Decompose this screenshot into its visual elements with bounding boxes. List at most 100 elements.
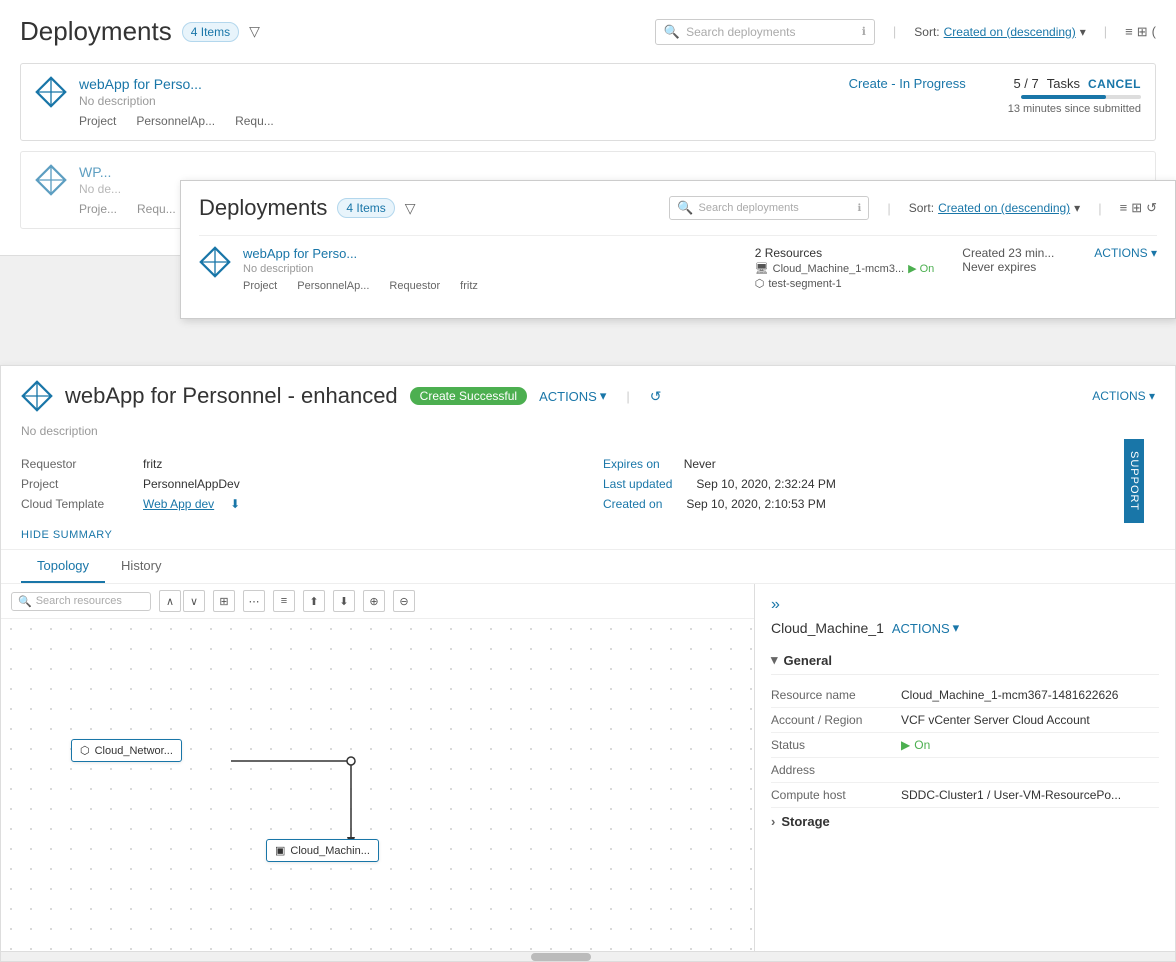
summary-left: Requestor fritz Project PersonnelAppDev … (21, 454, 573, 514)
machine-icon: ▣ (275, 844, 285, 857)
status-row: Status ▶ On (771, 733, 1159, 758)
mid-info-icon: ℹ (858, 203, 862, 214)
template-value[interactable]: Web App dev (143, 497, 214, 511)
details-panel: » Cloud_Machine_1 ACTIONS ▾ ▾ General Re… (755, 584, 1175, 961)
mid-resource1-icon: 🖥 (755, 262, 769, 275)
refresh-button[interactable]: ↺ (650, 388, 662, 405)
topo-canvas: ⬡ Cloud_Networ... ▣ Cloud_Machin... (1, 619, 754, 961)
mid-actions-btn[interactable]: ACTIONS ▾ (1094, 246, 1157, 260)
status-value: ▶ On (901, 738, 930, 752)
support-button[interactable]: SUPPORT (1124, 439, 1144, 523)
bg-list-icon[interactable]: ≡ (1125, 24, 1133, 40)
status-on-text: On (914, 738, 930, 752)
tab-history[interactable]: History (105, 550, 177, 583)
updated-label: Last updated (603, 477, 672, 491)
details-expand-row: » (771, 596, 1159, 614)
hide-summary-btn[interactable]: HIDE SUMMARY (21, 529, 112, 549)
status-badge: Create Successful (410, 387, 527, 405)
mid-resource1-name: Cloud_Machine_1-mcm3... (773, 263, 904, 275)
topo-zoom-out-btn[interactable]: ⊖ (393, 590, 415, 612)
bg-card1-title[interactable]: webApp for Perso... (79, 76, 807, 92)
topo-download-btn[interactable]: ⬇ (333, 590, 355, 612)
updated-row: Last updated Sep 10, 2020, 2:32:24 PM (603, 474, 1155, 494)
detail-separator: | (618, 389, 637, 404)
topo-graph-btn[interactable]: ⋯ (243, 590, 265, 612)
bg-search-area[interactable]: 🔍 Search deployments ℹ (655, 19, 875, 45)
bg-card1-tasks: 5 / 7 (1013, 76, 1038, 91)
topo-svg (1, 619, 754, 961)
mid-sort-chevron[interactable]: ▾ (1074, 201, 1080, 215)
bg-sort-value[interactable]: Created on (descending) (944, 25, 1076, 39)
address-row: Address (771, 758, 1159, 783)
general-section-header: ▾ General (771, 646, 1159, 675)
network-icon: ⬡ (80, 744, 90, 757)
summary-right: Expires on Never Last updated Sep 10, 20… (603, 454, 1155, 514)
expires-label: Expires on (603, 457, 660, 471)
topology-toolbar: 🔍 Search resources ∧ ∨ ⊞ ⋯ ≡ ⬆ ⬇ ⊕ ⊖ (1, 584, 754, 619)
mid-project-value: PersonnelAp... (297, 280, 369, 292)
topo-scrollbar[interactable] (1, 951, 755, 961)
summary-grid: Requestor fritz Project PersonnelAppDev … (21, 446, 1155, 526)
sort-desc-btn[interactable]: ∨ (183, 590, 205, 612)
bg-card2-requestor-label: Requ... (137, 202, 176, 216)
bg-more-icon[interactable]: ( (1152, 24, 1156, 40)
details-actions-btn[interactable]: ACTIONS ▾ (892, 620, 959, 636)
mid-grid-icon[interactable]: ⊞ (1131, 200, 1142, 216)
bg-page-title: Deployments (20, 16, 172, 47)
main-app-icon (21, 380, 53, 412)
actions-chevron: ▾ (600, 388, 607, 404)
tab-topology[interactable]: Topology (21, 550, 105, 583)
topo-list-btn[interactable]: ≡ (273, 590, 295, 612)
bg-card1-progress: 5 / 7 Tasks CANCEL 13 minutes since subm… (1008, 76, 1141, 115)
main-actions-right[interactable]: ACTIONS ▾ (1092, 389, 1155, 403)
bg-filter-icon[interactable]: ▽ (249, 23, 260, 40)
mid-sort-value[interactable]: Created on (descending) (938, 201, 1070, 215)
bg-progress-track (1021, 95, 1141, 99)
topo-grid-btn[interactable]: ⊞ (213, 590, 235, 612)
mid-badge: 4 Items (337, 198, 394, 218)
mid-list-icon[interactable]: ≡ (1120, 200, 1128, 216)
actions-dropdown[interactable]: ACTIONS ▾ (539, 388, 606, 404)
mid-expires: Never expires (962, 260, 1082, 274)
topo-machine-node[interactable]: ▣ Cloud_Machin... (266, 839, 379, 862)
bg-card1-project-label: Project (79, 114, 116, 128)
topo-search[interactable]: 🔍 Search resources (11, 592, 151, 611)
storage-section-header[interactable]: › Storage (771, 808, 1159, 835)
bg-submitted-text: 13 minutes since submitted (1008, 103, 1141, 115)
mid-card-icon (199, 246, 231, 278)
mid-created: Created 23 min... (962, 246, 1082, 260)
bg-items-badge: 4 Items (182, 22, 239, 42)
bg-card2-title[interactable]: WP... (79, 164, 1141, 180)
bg-grid-icon[interactable]: ⊞ (1137, 24, 1148, 40)
mid-refresh-icon[interactable]: ↺ (1146, 200, 1157, 216)
topo-upload-btn[interactable]: ⬆ (303, 590, 325, 612)
topo-zoom-in-btn[interactable]: ⊕ (363, 590, 385, 612)
compute-value: SDDC-Cluster1 / User-VM-ResourcePo... (901, 788, 1121, 802)
mid-card-title[interactable]: webApp for Perso... (243, 246, 727, 261)
storage-chevron: › (771, 814, 775, 829)
mid-card: webApp for Perso... No description Proje… (199, 235, 1157, 302)
topo-network-node[interactable]: ⬡ Cloud_Networ... (71, 739, 182, 762)
bg-card1-icon (35, 76, 67, 108)
mid-search-area[interactable]: 🔍 Search deployments ℹ (669, 196, 869, 220)
account-label: Account / Region (771, 713, 901, 727)
mid-view-icons: ≡ ⊞ ↺ (1120, 200, 1157, 216)
bg-cancel-btn[interactable]: CANCEL (1088, 77, 1141, 91)
bg-sort-chevron[interactable]: ▾ (1080, 25, 1086, 39)
bg-card1-status-area: Create - In Progress (849, 76, 966, 91)
bg-card1-tasks-label: Tasks (1047, 76, 1080, 91)
expand-icon[interactable]: » (771, 596, 780, 614)
bg-card1-requestor-label: Requ... (235, 114, 274, 128)
created-row: Created on Sep 10, 2020, 2:10:53 PM (603, 494, 1155, 514)
details-actions-label: ACTIONS (892, 621, 950, 636)
bg-view-icons: ≡ ⊞ ( (1125, 24, 1156, 40)
general-chevron[interactable]: ▾ (771, 652, 778, 668)
bg-card1-status: Create - In Progress (849, 76, 966, 91)
mid-deployments-panel: Deployments 4 Items ▽ 🔍 Search deploymen… (180, 180, 1176, 319)
sort-asc-btn[interactable]: ∧ (159, 590, 181, 612)
bg-progress-fill (1021, 95, 1106, 99)
topo-sort-btns: ∧ ∨ (159, 590, 205, 612)
mid-filter-icon[interactable]: ▽ (405, 200, 416, 217)
compute-label: Compute host (771, 788, 901, 802)
status-label: Status (771, 738, 901, 752)
